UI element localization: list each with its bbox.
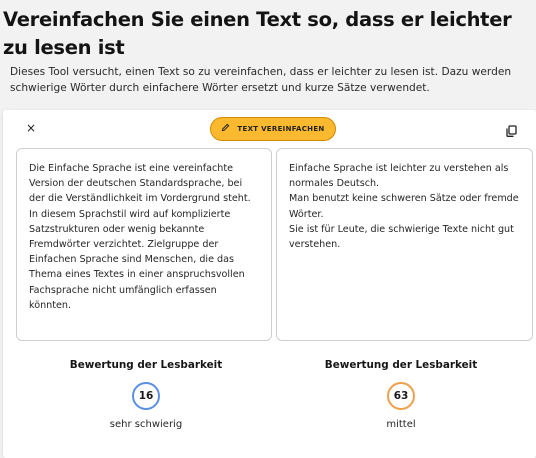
score-label: mittel: [386, 419, 416, 430]
score-label: sehr schwierig: [109, 419, 183, 430]
simplifier-card: × TEXT VEREINFACHEN Die Einfache Sprache…: [3, 110, 536, 458]
readability-score-input: Bewertung der Lesbarkeit 16 sehr schwier…: [26, 358, 266, 432]
page: Vereinfachen Sie einen Text so, dass er …: [0, 0, 536, 458]
pencil-icon: [221, 123, 230, 135]
score-value: 63: [387, 382, 415, 410]
input-textarea[interactable]: Die Einfache Sprache ist eine vereinfach…: [16, 148, 272, 341]
score-value: 16: [132, 382, 160, 410]
page-description: Dieses Tool versucht, einen Text so zu v…: [10, 66, 512, 94]
copy-icon[interactable]: [506, 122, 518, 137]
score-title: Bewertung der Lesbarkeit: [324, 359, 478, 371]
score-title: Bewertung der Lesbarkeit: [69, 359, 223, 371]
output-textarea[interactable]: Einfache Sprache ist leichter zu versteh…: [276, 148, 533, 341]
close-icon[interactable]: ×: [23, 120, 39, 136]
simplify-text-button[interactable]: TEXT VEREINFACHEN: [210, 117, 336, 141]
readability-score-output: Bewertung der Lesbarkeit 63 mittel: [281, 358, 521, 432]
simplify-button-label: TEXT VEREINFACHEN: [237, 125, 325, 133]
page-title: Vereinfachen Sie einen Text so, dass er …: [3, 8, 512, 59]
